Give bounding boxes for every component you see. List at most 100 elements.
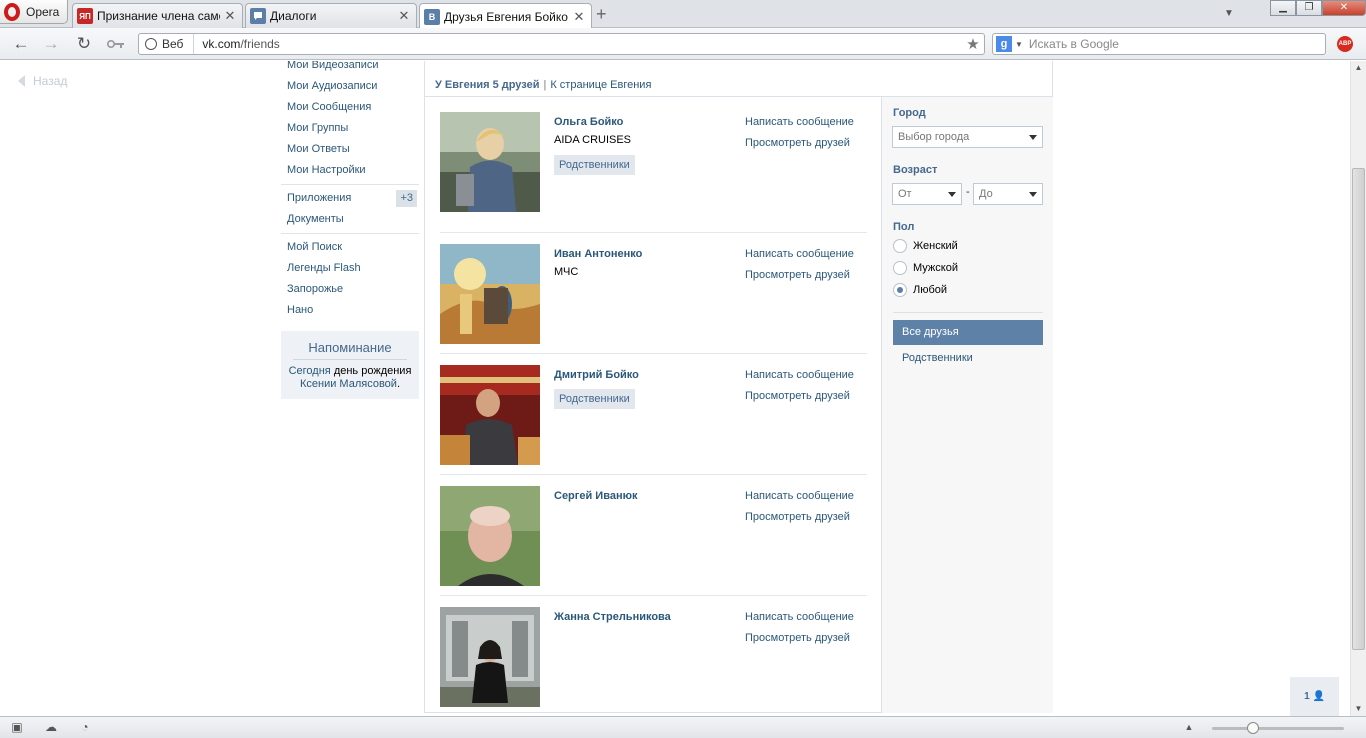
google-icon[interactable]: g	[996, 36, 1012, 52]
scrollbar-thumb[interactable]	[1352, 168, 1365, 650]
tab-close-icon[interactable]: ✕	[398, 8, 410, 24]
bookmark-star-icon[interactable]: ★	[962, 35, 984, 53]
view-options-up-icon[interactable]: ▲	[1182, 721, 1196, 734]
relative-tag[interactable]: Родственники	[554, 155, 635, 175]
write-message-link[interactable]: Написать сообщение	[745, 248, 854, 260]
opera-logo-icon	[4, 2, 20, 21]
friend-avatar[interactable]	[440, 365, 540, 465]
tab-title: Друзья Евгения Бойко …	[444, 9, 569, 24]
friend-name[interactable]: Иван Антоненко	[554, 248, 642, 260]
search-field[interactable]: g ▼ Искать в Google	[992, 33, 1326, 55]
write-message-link[interactable]: Написать сообщение	[745, 490, 854, 502]
radio-circle	[893, 261, 907, 275]
address-bar[interactable]: Веб vk.com/friends ★	[138, 33, 985, 55]
friend-avatar[interactable]	[440, 486, 540, 586]
zoom-slider-knob[interactable]	[1247, 722, 1259, 734]
zoom-slider-track[interactable]	[1212, 727, 1344, 730]
menu-item-audio[interactable]: Мои Аудиозаписи	[281, 76, 419, 97]
sex-radio-male[interactable]: Мужской	[893, 261, 958, 275]
view-friends-link[interactable]: Просмотреть друзей	[745, 632, 850, 644]
web-badge[interactable]: Веб	[139, 34, 195, 54]
friend-name[interactable]: Жанна Стрельникова	[554, 611, 671, 623]
sex-radio-female[interactable]: Женский	[893, 239, 958, 253]
tab-friends[interactable]: B Друзья Евгения Бойко … ✕	[419, 3, 592, 29]
tab-close-icon[interactable]: ✕	[224, 8, 236, 24]
tab-relatives[interactable]: Родственники	[893, 346, 1043, 371]
menu-item-apps[interactable]: Приложения +3	[281, 188, 419, 209]
friend-row: Ольга Бойко AIDA CRUISES Родственники На…	[440, 112, 867, 233]
write-message-link[interactable]: Написать сообщение	[745, 116, 854, 128]
friend-avatar[interactable]	[440, 112, 540, 212]
key-icon[interactable]	[105, 34, 127, 54]
friend-name[interactable]: Ольга Бойко	[554, 116, 623, 128]
apps-count-badge[interactable]: +3	[396, 190, 417, 207]
chevron-down-icon	[1029, 192, 1037, 197]
reload-icon[interactable]: ↻	[73, 34, 95, 54]
reminder-middle: день рождения	[330, 365, 412, 377]
friends-count[interactable]: У Евгения 5 друзей	[435, 79, 539, 91]
view-friends-link[interactable]: Просмотреть друзей	[745, 137, 850, 149]
friend-row: Жанна Стрельникова Написать сообщение Пр…	[440, 596, 867, 716]
vertical-scrollbar[interactable]: ▲ ▼	[1350, 61, 1366, 716]
forward-arrow-icon[interactable]: →	[40, 34, 62, 54]
close-window-icon[interactable]: ✕	[1322, 0, 1366, 16]
opera-menu-label: Opera	[26, 4, 60, 19]
reminder-title: Напоминание	[293, 340, 407, 360]
age-label: Возраст	[893, 164, 938, 176]
restore-icon[interactable]: ❐	[1296, 0, 1322, 16]
online-friends-counter[interactable]: 1 👤	[1290, 677, 1339, 716]
menu-item-documents[interactable]: Документы	[281, 209, 419, 230]
left-menu: Мои Видеозаписи Мои Аудиозаписи Мои Сооб…	[281, 61, 419, 399]
write-message-link[interactable]: Написать сообщение	[745, 611, 854, 623]
reminder-person-link[interactable]: Ксении Малясовой	[300, 378, 397, 390]
write-message-link[interactable]: Написать сообщение	[745, 369, 854, 381]
menu-item-flash-legends[interactable]: Легенды Flash	[281, 258, 419, 279]
menu-item-messages[interactable]: Мои Сообщения	[281, 97, 419, 118]
chevron-down-icon	[1029, 135, 1037, 140]
menu-item-videos[interactable]: Мои Видеозаписи	[281, 61, 419, 76]
back-triangle-icon	[18, 75, 25, 87]
search-engine-chevron-icon[interactable]: ▼	[1015, 40, 1023, 49]
age-from-select[interactable]: От	[892, 183, 962, 205]
radio-circle	[893, 239, 907, 253]
tab-list-chevron-icon[interactable]: ▼	[1224, 8, 1234, 19]
view-friends-link[interactable]: Просмотреть друзей	[745, 269, 850, 281]
back-link[interactable]: Назад	[18, 74, 67, 88]
minimize-icon[interactable]: ▁	[1270, 0, 1296, 16]
back-arrow-icon[interactable]: ←	[10, 34, 32, 54]
menu-item-groups[interactable]: Мои Группы	[281, 118, 419, 139]
turbo-gauge-icon[interactable]: ◔	[78, 721, 92, 734]
scroll-up-icon[interactable]: ▲	[1351, 61, 1366, 75]
sex-radio-any[interactable]: Любой	[893, 283, 947, 297]
menu-item-zaporozhye[interactable]: Запорожье	[281, 279, 419, 300]
friend-name[interactable]: Дмитрий Бойко	[554, 369, 639, 381]
menu-item-answers[interactable]: Мои Ответы	[281, 139, 419, 160]
opera-menu-button[interactable]: Opera	[0, 0, 68, 24]
menu-item-nano[interactable]: Нано	[281, 300, 419, 321]
friend-name[interactable]: Сергей Иванюк	[554, 490, 637, 502]
city-select[interactable]: Выбор города	[892, 126, 1043, 148]
relative-tag[interactable]: Родственники	[554, 389, 635, 409]
adblock-plus-icon[interactable]: ABP	[1337, 36, 1353, 52]
friend-avatar[interactable]	[440, 244, 540, 344]
tab-close-icon[interactable]: ✕	[573, 9, 585, 25]
panel-toggle-icon[interactable]: ▣	[10, 721, 24, 734]
menu-item-settings[interactable]: Мои Настройки	[281, 160, 419, 181]
view-friends-link[interactable]: Просмотреть друзей	[745, 511, 850, 523]
age-to-select[interactable]: До	[973, 183, 1043, 205]
tab-dialogi[interactable]: Диалоги ✕	[245, 3, 417, 28]
person-icon: 👤	[1312, 691, 1325, 702]
view-friends-link[interactable]: Просмотреть друзей	[745, 390, 850, 402]
url-text[interactable]: vk.com/friends	[194, 37, 962, 51]
profile-link[interactable]: К странице Евгения	[550, 79, 651, 91]
tab-all-friends[interactable]: Все друзья	[893, 320, 1043, 345]
opera-unite-cloud-icon[interactable]: ☁	[44, 721, 58, 734]
scroll-down-icon[interactable]: ▼	[1351, 702, 1366, 716]
reminder-today-link[interactable]: Сегодня	[289, 365, 331, 377]
menu-item-search[interactable]: Мой Поиск	[281, 237, 419, 258]
new-tab-plus-icon[interactable]: +	[596, 5, 607, 23]
sex-label: Пол	[893, 221, 915, 233]
friend-avatar[interactable]	[440, 607, 540, 707]
tab-priznanie[interactable]: ЯП Признание члена самоо… ✕	[72, 3, 243, 28]
web-page: Назад Мои Видеозаписи Мои Аудиозаписи Мо…	[0, 61, 1350, 716]
